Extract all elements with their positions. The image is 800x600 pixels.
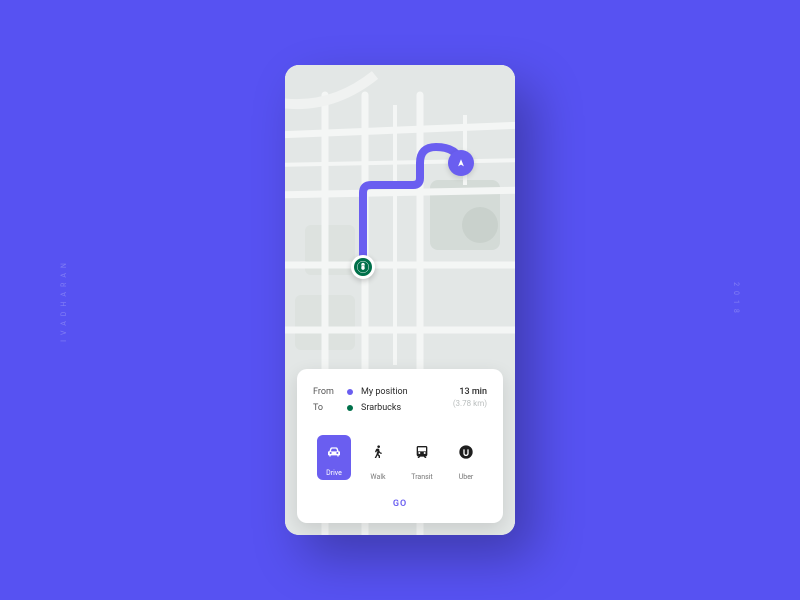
from-dot-icon bbox=[347, 389, 353, 395]
watermark-right: 2018 bbox=[732, 282, 740, 318]
route-card: From My position To Srarbucks 13 min (3.… bbox=[297, 369, 503, 523]
mode-walk[interactable]: Walk bbox=[359, 435, 397, 481]
go-button[interactable]: GO bbox=[313, 495, 487, 513]
mode-uber[interactable]: Uber bbox=[447, 435, 485, 481]
eta-box: 13 min (3.78 km) bbox=[453, 387, 487, 419]
mode-drive[interactable]: Drive bbox=[315, 435, 353, 481]
walk-icon bbox=[370, 444, 386, 460]
eta-time: 13 min bbox=[453, 387, 487, 397]
transit-icon bbox=[414, 444, 430, 460]
mode-drive-label: Drive bbox=[317, 467, 351, 480]
car-icon bbox=[326, 444, 342, 460]
route-summary: From My position To Srarbucks 13 min (3.… bbox=[313, 387, 487, 419]
mode-uber-label: Uber bbox=[459, 473, 474, 481]
to-dot-icon bbox=[347, 405, 353, 411]
mode-transit[interactable]: Transit bbox=[403, 435, 441, 481]
navigation-arrow-icon bbox=[456, 158, 466, 168]
current-location-pin[interactable] bbox=[448, 150, 474, 176]
from-row[interactable]: From My position bbox=[313, 387, 453, 397]
starbucks-icon bbox=[356, 260, 370, 274]
from-label: From bbox=[313, 387, 343, 397]
transport-modes: Drive Walk Transit Uber bbox=[313, 435, 487, 481]
mode-transit-label: Transit bbox=[411, 473, 432, 481]
phone-frame: From My position To Srarbucks 13 min (3.… bbox=[285, 65, 515, 535]
eta-distance: (3.78 km) bbox=[453, 399, 487, 408]
uber-icon bbox=[458, 444, 474, 460]
destination-pin-starbucks[interactable] bbox=[351, 255, 375, 279]
to-label: To bbox=[313, 403, 343, 413]
to-row[interactable]: To Srarbucks bbox=[313, 403, 453, 413]
from-value: My position bbox=[361, 387, 453, 397]
mode-walk-label: Walk bbox=[370, 473, 385, 481]
to-value: Srarbucks bbox=[361, 403, 453, 413]
watermark-left: IVADHARAN bbox=[60, 258, 68, 342]
